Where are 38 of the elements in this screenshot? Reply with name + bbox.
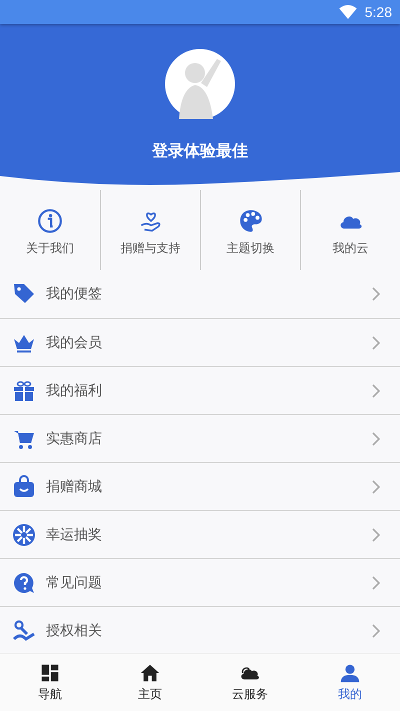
nav-tab[interactable]: 导航 (0, 654, 100, 711)
dashboard-icon (39, 662, 61, 684)
chevron-right-icon (372, 480, 380, 494)
tag-icon (12, 282, 36, 306)
chevron-right-icon (372, 336, 380, 350)
chevron-right-icon (372, 432, 380, 446)
avatar (165, 49, 235, 119)
menu-item[interactable]: 我的福利 (0, 366, 400, 414)
gift-icon (12, 378, 36, 402)
menu-item[interactable]: 我的会员 (0, 318, 400, 366)
wheel-icon (12, 522, 36, 546)
nav-tab[interactable]: 云服务 (200, 654, 300, 711)
chevron-right-icon (372, 624, 380, 638)
chevron-right-icon (372, 384, 380, 398)
home-icon (139, 662, 161, 684)
menu-item[interactable]: 我的便签 (0, 270, 400, 318)
wifi-icon (338, 5, 357, 19)
person-icon (339, 662, 361, 684)
shortcut-button[interactable]: 关于我们 (0, 190, 100, 270)
menu-item[interactable]: 实惠商店 (0, 414, 400, 462)
shopping-bag-icon (12, 474, 36, 498)
login-prompt[interactable]: 登录体验最佳 (152, 141, 248, 162)
chevron-right-icon (372, 287, 380, 301)
clock-time: 5:28 (364, 4, 392, 20)
help-icon (12, 570, 36, 594)
key-icon (12, 618, 36, 642)
menu-item[interactable]: 幸运抽奖 (0, 510, 400, 558)
shortcut-button[interactable]: 捐赠与支持 (100, 190, 200, 270)
nav-tab[interactable]: 我的 (300, 654, 400, 711)
menu-item[interactable]: 常见问题 (0, 558, 400, 606)
chevron-right-icon (372, 528, 380, 542)
menu-item[interactable]: 捐赠商城 (0, 462, 400, 510)
nav-tab[interactable]: 主页 (100, 654, 200, 711)
palette-icon (238, 208, 264, 234)
info-icon (37, 208, 63, 234)
shortcut-button[interactable]: 我的云 (300, 190, 400, 270)
shortcut-button[interactable]: 主题切换 (200, 190, 300, 270)
chevron-right-icon (372, 576, 380, 590)
